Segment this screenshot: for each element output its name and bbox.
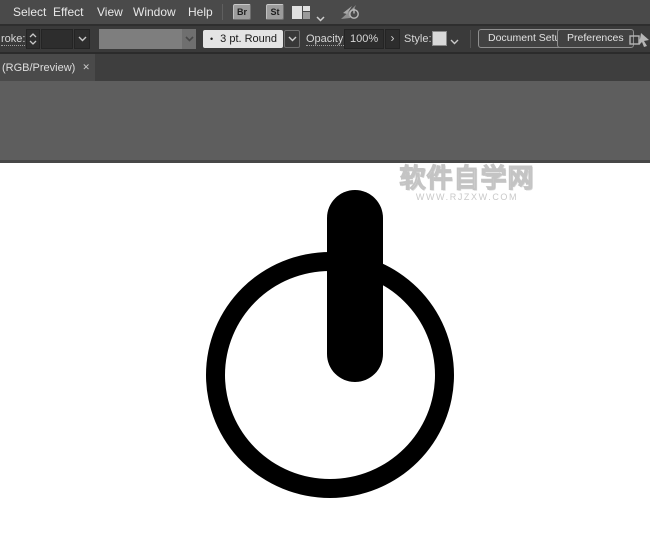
chevron-down-icon xyxy=(78,36,87,42)
tab-close-icon[interactable]: ✕ xyxy=(82,63,90,72)
brush-dot-icon: • xyxy=(210,34,213,44)
brush-chevron-down-icon[interactable] xyxy=(182,29,196,49)
opacity-label[interactable]: Opacity: xyxy=(306,33,346,46)
document-tab[interactable]: (RGB/Preview) ✕ xyxy=(0,54,95,81)
style-swatch[interactable] xyxy=(432,31,447,46)
watermark-chinese-text: 软件自学网 xyxy=(398,164,536,192)
stepper-up-icon xyxy=(29,33,37,38)
brush-definition-dropdown[interactable] xyxy=(99,29,196,49)
pasteboard[interactable] xyxy=(0,81,650,160)
opacity-options-button[interactable]: › xyxy=(385,29,400,49)
stock-button[interactable]: St xyxy=(266,4,284,20)
brush-name-dropdown[interactable]: • 3 pt. Round xyxy=(203,30,283,48)
artboard-canvas[interactable]: 软件自学网 WWW.RJZXW.COM xyxy=(0,163,650,543)
illustrator-window: Select Effect View Window Help Br St rok… xyxy=(0,0,650,543)
menu-window[interactable]: Window xyxy=(131,0,178,24)
workspace-layout-icon[interactable] xyxy=(292,6,310,19)
power-symbol-circle-shape[interactable] xyxy=(206,252,454,498)
document-tab-title: (RGB/Preview) xyxy=(0,62,75,74)
menu-select[interactable]: Select xyxy=(11,0,48,24)
bridge-button[interactable]: Br xyxy=(233,4,251,20)
control-bar: roke: • 3 pt. Round Opacity: 100% › Styl… xyxy=(0,26,650,52)
style-label: Style: xyxy=(404,33,432,46)
style-chevron-down-icon[interactable] xyxy=(450,36,459,48)
stroke-weight-dropdown[interactable] xyxy=(74,29,90,49)
brush-name-label: 3 pt. Round xyxy=(220,33,277,45)
menu-help[interactable]: Help xyxy=(186,0,215,24)
controlbar-separator xyxy=(470,30,471,48)
menu-view[interactable]: View xyxy=(95,0,125,24)
preferences-button[interactable]: Preferences xyxy=(557,29,634,48)
opacity-field[interactable]: 100% xyxy=(344,29,384,49)
menubar-separator xyxy=(222,4,223,20)
stepper-down-icon xyxy=(29,40,37,45)
menu-effect[interactable]: Effect xyxy=(51,0,85,24)
brush-name-chevron-down-icon[interactable] xyxy=(284,30,300,48)
stroke-label[interactable]: roke: xyxy=(1,33,25,46)
brush-preview xyxy=(99,29,182,49)
watermark-url-text: WWW.RJZXW.COM xyxy=(398,192,536,202)
gpu-performance-rocket-icon[interactable] xyxy=(340,3,360,26)
menu-bar: Select Effect View Window Help Br St xyxy=(0,0,650,24)
stroke-weight-field[interactable] xyxy=(41,29,73,49)
document-tab-bar: (RGB/Preview) ✕ xyxy=(0,54,650,81)
watermark: 软件自学网 WWW.RJZXW.COM xyxy=(398,164,536,202)
stroke-weight-stepper[interactable] xyxy=(26,29,40,49)
dock-pin-icon[interactable] xyxy=(628,31,650,51)
